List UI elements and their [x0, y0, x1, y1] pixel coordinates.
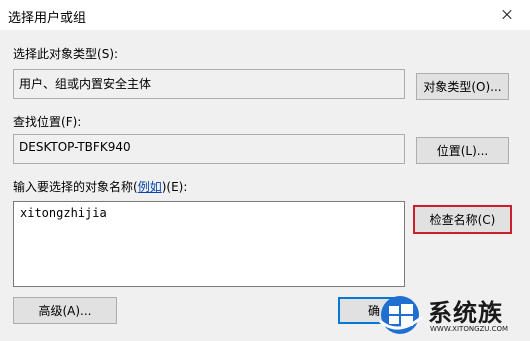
location-field: DESKTOP-TBFK940: [13, 134, 405, 164]
title-bar: 选择用户或组: [0, 0, 530, 30]
examples-link[interactable]: 例如: [138, 180, 162, 194]
locations-button[interactable]: 位置(L)...: [416, 137, 509, 164]
object-types-button[interactable]: 对象类型(O)...: [416, 73, 509, 100]
advanced-button[interactable]: 高级(A)...: [13, 297, 117, 324]
watermark-url: WWW.XITONGZU.COM: [430, 325, 509, 333]
location-label: 查找位置(F):: [13, 115, 82, 129]
window-title: 选择用户或组: [8, 11, 87, 26]
watermark-text: 系统族: [428, 299, 503, 327]
object-type-label: 选择此对象类型(S):: [13, 47, 119, 61]
object-type-field: 用户、组或内置安全主体: [13, 69, 405, 99]
object-names-label: 输入要选择的对象名称(例如)(E):: [13, 180, 188, 194]
check-names-button[interactable]: 检查名称(C): [413, 205, 512, 234]
windows-logo-icon: [379, 296, 423, 334]
watermark: 系统族 WWW.XITONGZU.COM: [378, 287, 530, 341]
object-names-input[interactable]: xitongzhijia: [13, 201, 405, 287]
close-icon[interactable]: [484, 0, 530, 30]
